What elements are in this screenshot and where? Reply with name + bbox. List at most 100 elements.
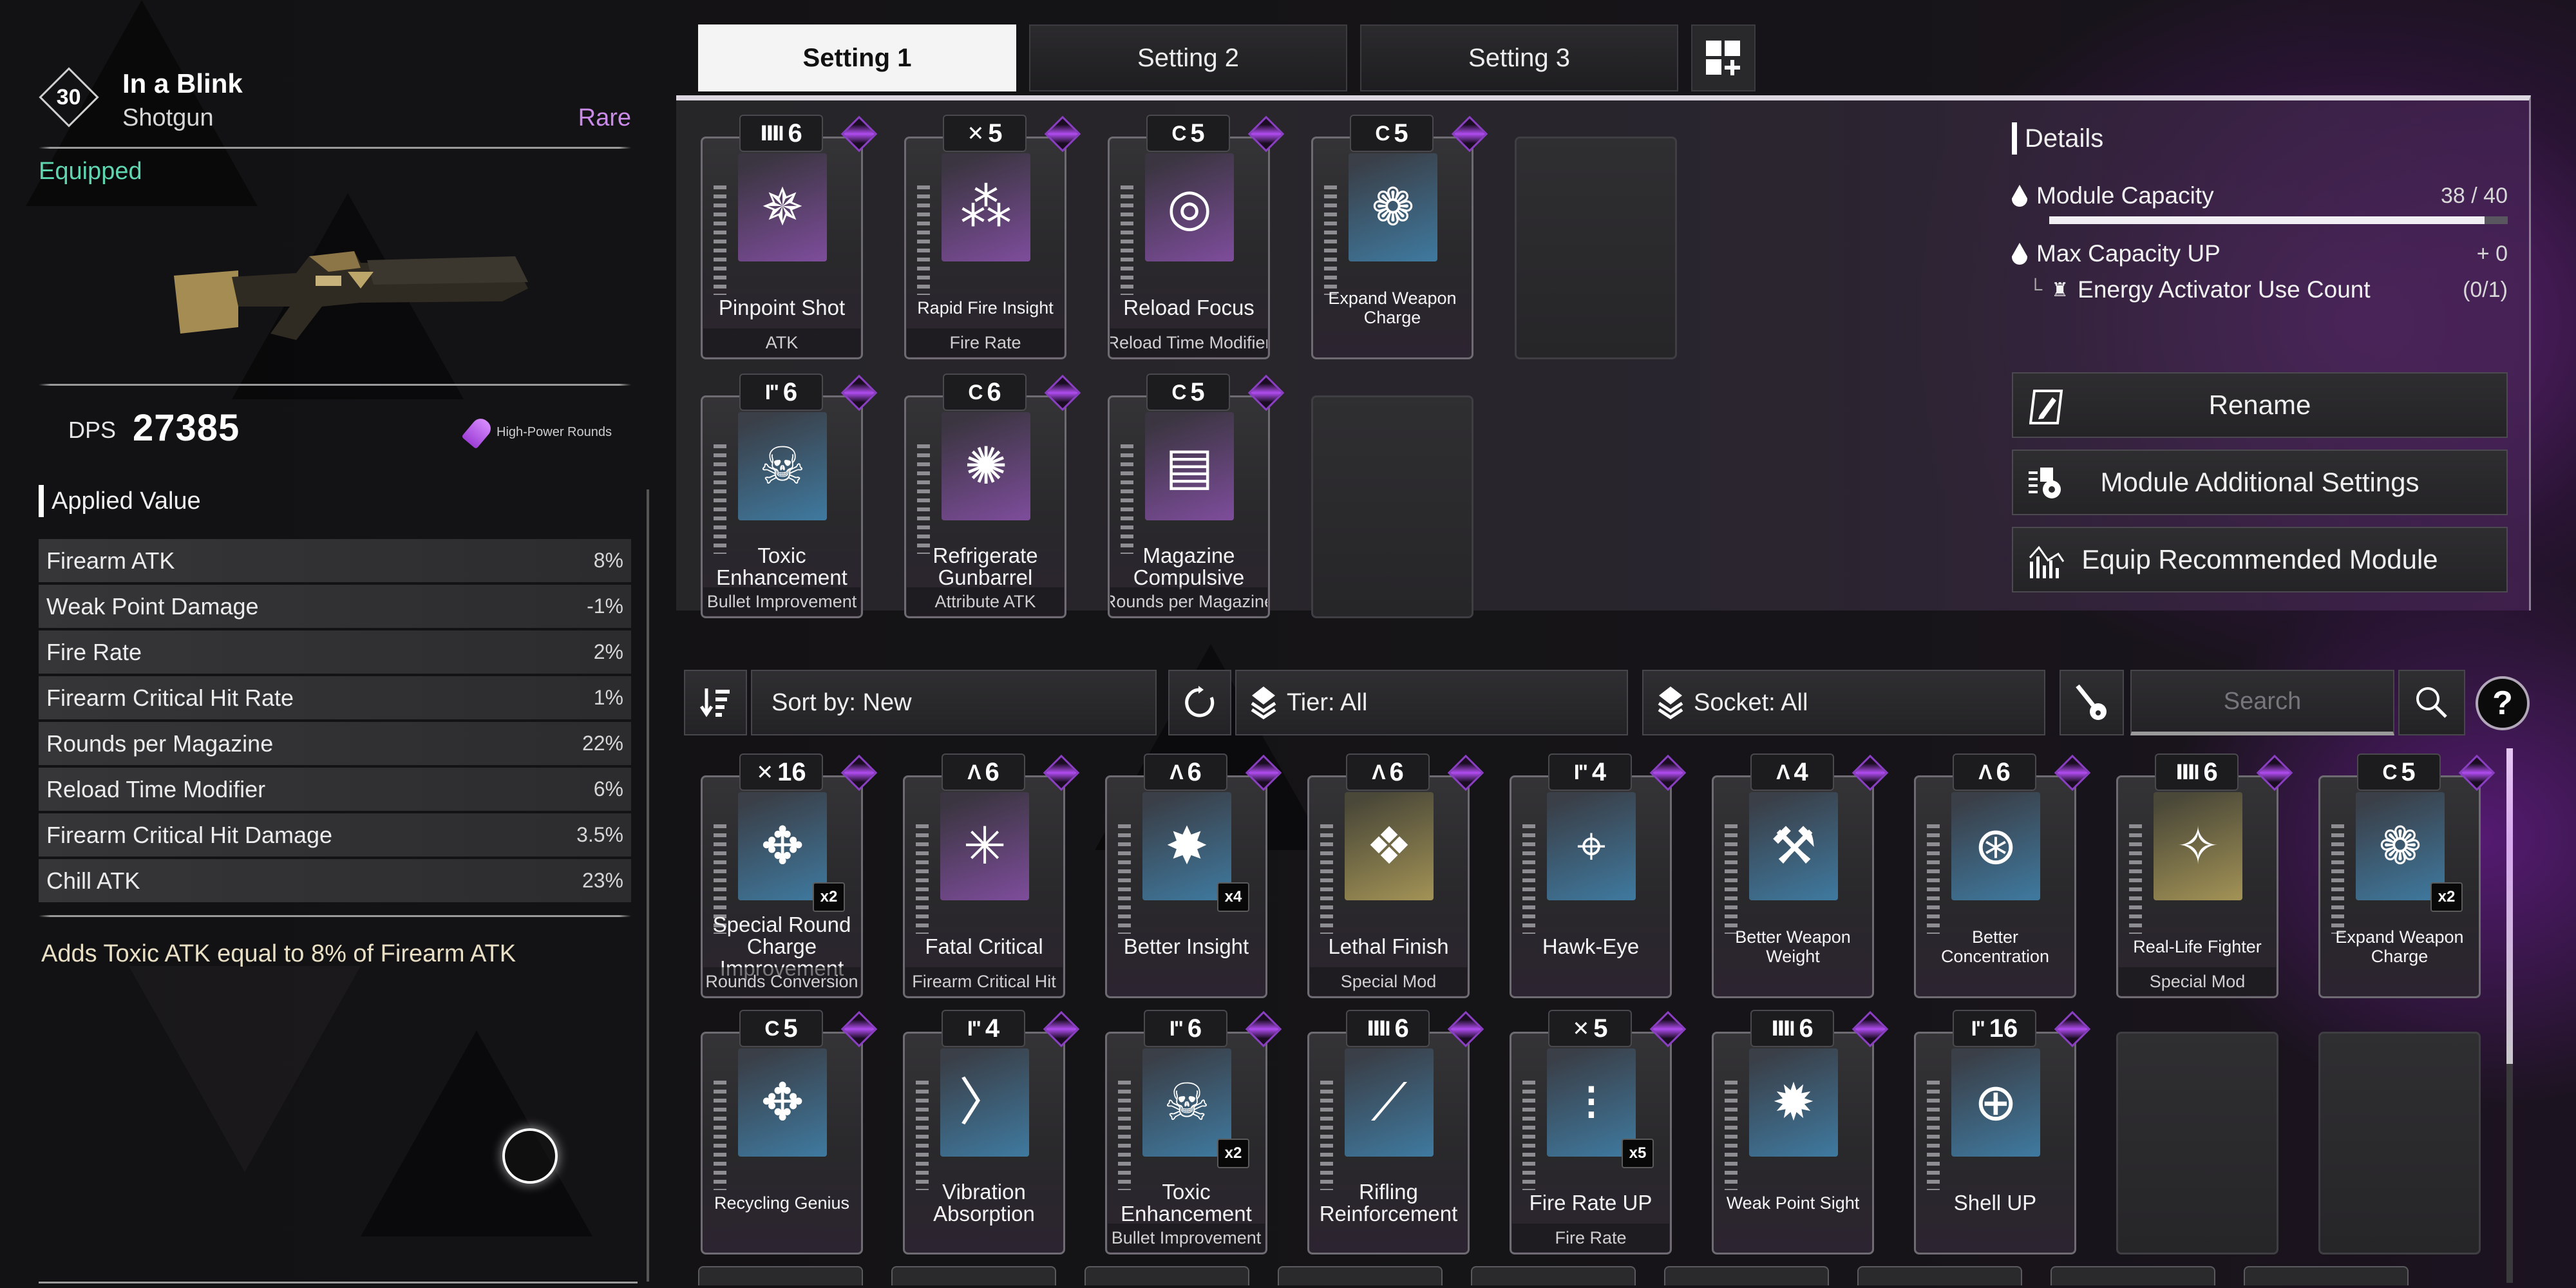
module-card[interactable]: I" 16 ⊕ Shell UP	[1911, 1010, 2091, 1255]
almandine-socket-icon: Λ	[1372, 760, 1385, 784]
module-card[interactable]: ⅢI 6 ✹ Weak Point Sight	[1709, 1010, 1889, 1255]
dps-value: 27385	[133, 407, 240, 449]
special-round-charge-icon: ✥	[761, 817, 804, 875]
better-insight-icon: ✸	[1165, 817, 1209, 875]
module-icon-box: ⚒	[1749, 792, 1838, 900]
grid-plus-icon	[1706, 41, 1740, 75]
module-additional-settings-button[interactable]: Module Additional Settings	[2012, 450, 2508, 515]
high-power-rounds-icon	[461, 415, 495, 450]
key-filter-button[interactable]	[2060, 670, 2124, 735]
weapon-type: Shotgun	[122, 104, 214, 131]
empty-module-slot[interactable]	[1512, 115, 1686, 359]
empty-module-slot[interactable]	[1309, 374, 1482, 618]
module-category: Fire Rate	[1512, 1224, 1669, 1252]
stat-value: 1%	[593, 686, 623, 709]
module-card[interactable]: I" 6 ☠ x2 Toxic Enhancement Bullet Improvemen…	[1103, 1010, 1282, 1255]
module-tier: Λ6	[1953, 753, 2036, 791]
stat-row: Reload Time Modifier 6%	[39, 768, 631, 811]
module-card[interactable]: Λ 4 ⚒ Better Weapon Weight	[1709, 753, 1889, 998]
tabs-holder: Setting 1 Setting 2 Setting 3	[698, 24, 1678, 91]
module-icon-box: ⊕	[1951, 1048, 2040, 1157]
empty-module-slot[interactable]	[2316, 1010, 2490, 1255]
malachite-socket-icon: I"	[764, 380, 779, 404]
left-panel-scrollbar[interactable]	[647, 489, 649, 1282]
module-tier: C5	[739, 1010, 823, 1047]
help-icon: ?	[2492, 685, 2513, 722]
better-weapon-weight-icon: ⚒	[1770, 817, 1817, 875]
module-card[interactable]: ⅢI 6 ⟋ Rifling Reinforcement	[1305, 1010, 1484, 1255]
module-card[interactable]: Λ 6 ⊛ Better Concentration	[1911, 753, 2091, 998]
module-name: Better Insight	[1123, 934, 1249, 958]
module-card[interactable]: C 5 ❁ Expand Weapon Charge	[1309, 115, 1488, 359]
module-card[interactable]: C 5 ✥ Recycling Genius	[698, 1010, 878, 1255]
inventory-scroll-thumb[interactable]	[2506, 748, 2513, 1064]
module-capacity-label: Module Capacity	[2036, 182, 2214, 209]
weapon-level-badge: 30	[39, 67, 99, 128]
help-button[interactable]: ?	[2476, 676, 2530, 730]
equip-recommended-module-button[interactable]: Equip Recommended Module	[2012, 527, 2508, 592]
module-card[interactable]: ✕ 5 ⁝ x5 Fire Rate UP Fire Rate	[1507, 1010, 1687, 1255]
socket-filter-dropdown[interactable]: Socket: All	[1642, 670, 2045, 735]
module-card[interactable]: Λ 6 ❖ Lethal Finish Special Mod	[1305, 753, 1484, 998]
module-name: Hawk-Eye	[1542, 934, 1640, 958]
module-card[interactable]: C 6 ✺ Refrigerate Gunbarrel Attribute ATK	[902, 374, 1081, 618]
module-icon-box: ✳	[940, 792, 1029, 900]
module-count-badge: x4	[1217, 882, 1249, 912]
stat-value: 23%	[582, 869, 623, 892]
rename-label: Rename	[2208, 390, 2311, 420]
xantic-socket-icon: ✕	[1572, 1017, 1589, 1040]
module-tier: C5	[1350, 115, 1434, 152]
stat-row: Weak Point Damage -1%	[39, 585, 631, 628]
lethal-finish-icon: ❖	[1366, 817, 1412, 875]
inventory-scrollbar[interactable]	[2506, 748, 2513, 1283]
sort-order-button[interactable]	[684, 670, 747, 735]
module-icon-box: ⌖	[1547, 792, 1636, 900]
module-tier: I" 4	[1548, 753, 1632, 791]
module-category: Special Mod	[1310, 967, 1467, 996]
malachite-socket-icon: I"	[967, 1016, 981, 1040]
module-card-preview	[698, 1266, 863, 1285]
divider	[39, 147, 631, 149]
stat-label: Firearm Critical Hit Rate	[46, 684, 294, 711]
sort-dropdown[interactable]: Sort by: New	[751, 670, 1157, 735]
malachite-socket-icon: I"	[1971, 1016, 1985, 1040]
add-setting-button[interactable]	[1691, 24, 1756, 91]
module-card[interactable]: C 5 ❁ x2 Expand Weapon Charge	[2316, 753, 2496, 998]
empty-module-slot[interactable]	[2114, 1010, 2287, 1255]
module-card[interactable]: I" 4 ⌖ Hawk-Eye	[1507, 753, 1687, 998]
module-tier: C5	[1146, 374, 1230, 411]
module-card[interactable]: I" 6 ☠ Toxic Enhancement Bullet Improvement	[698, 374, 878, 618]
slot-frame	[1311, 395, 1473, 618]
module-card[interactable]: ⅢI 6 ✵ Pinpoint Shot ATK	[698, 115, 878, 359]
rename-button[interactable]: Rename	[2012, 372, 2508, 438]
tier-filter-dropdown[interactable]: Tier: All	[1235, 670, 1628, 735]
module-icon-box: ✹	[1749, 1048, 1838, 1157]
search-button[interactable]	[2398, 670, 2465, 735]
refresh-icon	[1185, 686, 1215, 717]
module-card[interactable]: Λ 6 ✸ x4 Better Insight	[1103, 753, 1282, 998]
weapon-level: 30	[57, 84, 81, 109]
module-card[interactable]: I" 4 〉 Vibration Absorption	[900, 1010, 1080, 1255]
rifling-reinforcement-icon: ⟋	[1371, 1074, 1407, 1131]
module-card[interactable]: ✕16✥x2Special Round Charge ImprovementRo…	[698, 753, 878, 998]
reload-focus-icon: ◎	[1167, 178, 1212, 236]
section-marker	[39, 485, 44, 517]
slot-frame	[1515, 137, 1677, 359]
module-name: Vibration Absorption	[933, 1180, 1035, 1226]
socket-filter-label: Socket: All	[1694, 688, 1808, 716]
module-tier: ✕ 16	[739, 753, 823, 791]
module-tier: I" 4	[942, 1010, 1025, 1047]
reset-filters-button[interactable]	[1168, 670, 1231, 735]
module-card[interactable]: ✕ 5 ⁂ Rapid Fire Insight Fire Rate	[902, 115, 1081, 359]
module-card[interactable]: ⅢI 6 ✧ Real-Life Fighter Special Mod	[2114, 753, 2293, 998]
module-card[interactable]: Λ 6 ✳ Fatal Critical Firearm Critical Hit	[900, 753, 1080, 998]
module-category: Special Mod	[2119, 967, 2276, 996]
module-card[interactable]: C 5 ▤ Magazine Compulsive Rounds per Magazin…	[1105, 374, 1285, 618]
module-card[interactable]: C 5 ◎ Reload Focus Reload Time Modifier	[1105, 115, 1285, 359]
tab-label: Setting 2	[1137, 43, 1239, 72]
tab-setting-3[interactable]: Setting 3	[1360, 24, 1678, 91]
search-input[interactable]: Search	[2130, 670, 2394, 735]
equip-recommended-module-label: Equip Recommended Module	[2081, 544, 2438, 574]
tab-setting-2[interactable]: Setting 2	[1029, 24, 1347, 91]
tab-setting-1[interactable]: Setting 1	[698, 24, 1016, 91]
